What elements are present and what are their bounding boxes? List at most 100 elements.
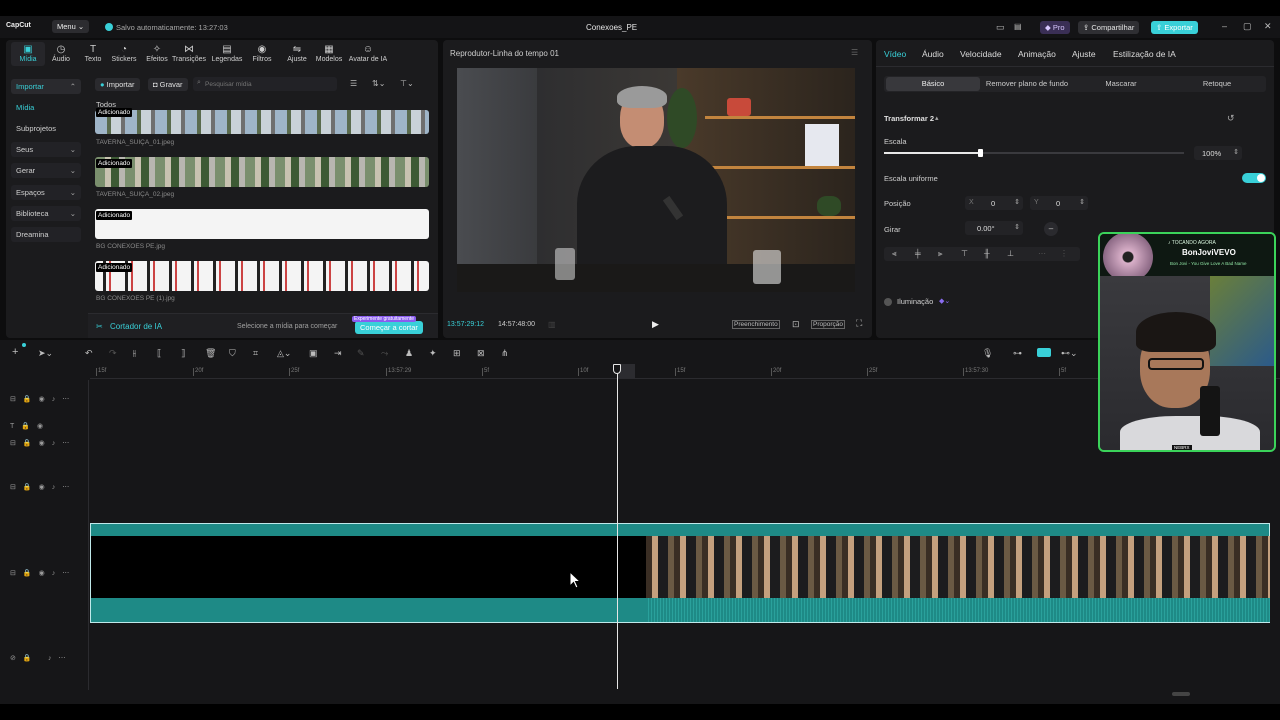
tab-adjust[interactable]: ⇋ Ajuste [280,44,314,63]
tab-media[interactable]: ▣ Mídia [11,42,45,66]
freeze-icon[interactable]: ▣ [309,348,318,359]
track-controls[interactable]: ⊘🔒·♪⋯ [10,654,85,664]
sidebar-item-library[interactable]: Biblioteca ⌄ [11,206,81,221]
tab-audio[interactable]: Áudio [922,49,944,59]
stepper-icon[interactable]: ⇕ [1014,223,1020,231]
minimize-icon[interactable]: – [1222,21,1227,31]
list-view-icon[interactable]: ☰ [350,79,357,88]
share-button[interactable]: ⇪ Compartilhar [1078,21,1140,34]
crop-icon[interactable]: ⊡ [792,319,800,330]
image-tool-icon[interactable]: ⊠ [477,348,485,359]
main-video-clip[interactable] [90,523,1270,623]
lock-icon[interactable]: 🔒 [23,655,39,662]
align-top-icon[interactable]: ⊤ [961,249,968,258]
lock-icon[interactable]: 🔒 [23,440,39,447]
fill-button[interactable]: Preenchimento [732,320,780,329]
magic-icon[interactable]: ✦ [429,348,437,359]
scale-value-field[interactable]: 100% ⇕ [1194,146,1242,160]
eye-icon[interactable]: ◉ [39,440,52,447]
lock-icon[interactable]: 🔒 [23,484,39,491]
track-controls[interactable]: ⊟🔒◉♪⋯ [10,395,85,405]
link-icon[interactable]: ⊶ [1013,348,1022,359]
tab-ai-styling[interactable]: Estilização de IA [1113,49,1176,59]
motion-icon[interactable]: ⤳ [381,348,388,359]
track-controls[interactable]: ⊟🔒◉♪⋯ [10,569,85,579]
media-thumb-bg-conexoes[interactable] [95,209,429,239]
maximize-icon[interactable]: ▢ [1243,21,1252,32]
subtab-retouch[interactable]: Retoque [1172,77,1262,91]
timeline-scrollbar[interactable] [1172,692,1190,696]
lighting-checkbox[interactable] [884,298,892,306]
subtab-remove-bg[interactable]: Remover plano de fundo [982,77,1072,91]
marker-icon[interactable]: ⛉ [229,348,236,359]
sidebar-item-dreamina[interactable]: Dreamina [11,227,81,242]
preview-axis-icon[interactable]: ⊷⌄ [1061,348,1078,359]
media-thumb-bg-conexoes-1[interactable] [95,261,429,291]
pen-icon[interactable]: ✎ [357,348,365,359]
project-title[interactable]: Conexoes_PE [586,23,637,32]
track-controls[interactable]: ⊟🔒◉♪⋯ [10,439,85,449]
distribute-h-icon[interactable]: ⋯ [1038,249,1046,258]
speaker-icon[interactable]: ♪ [52,570,63,577]
track-controls[interactable]: ⊟🔒◉♪⋯ [10,483,85,493]
rotate-field[interactable]: 0.00° ⇕ [965,221,1023,235]
transform-section-title[interactable]: Transformar 2 [884,114,934,123]
menu-button[interactable]: Menu ⌄ [52,20,90,33]
split-left-icon[interactable]: ⟦ [157,348,161,359]
sidebar-item-media[interactable]: Mídia [11,100,81,115]
aspect-ratio-button[interactable]: Proporção [811,320,845,329]
more-icon[interactable]: ⋯ [62,440,76,447]
video-preview[interactable] [457,68,855,292]
fullscreen-icon[interactable]: ⛶ [856,318,862,329]
tab-animation[interactable]: Animação [1018,49,1056,59]
tab-audio[interactable]: ◷ Áudio [44,44,78,63]
tab-captions[interactable]: ▤ Legendas [210,44,244,63]
align-center-v-icon[interactable]: ╫ [984,249,990,258]
stepper-icon[interactable]: ⇕ [1079,198,1085,206]
tab-filters[interactable]: ◉ Filtros [245,44,279,63]
tab-templates[interactable]: ▦ Modelos [312,44,346,63]
select-tool-icon[interactable]: ➤⌄ [38,348,53,359]
split-icon[interactable]: ⫲ [133,348,136,359]
more-icon[interactable]: ⋯ [62,396,76,403]
sidebar-item-import[interactable]: Importar ⌃ [11,79,81,94]
sidebar-item-spaces[interactable]: Espaços ⌄ [11,185,81,200]
pro-button[interactable]: ◆ Pro [1040,21,1070,34]
layout-icon[interactable]: ▭ [996,22,1005,33]
eye-icon[interactable]: ◉ [39,570,52,577]
start-cutting-button[interactable]: Começar a cortar [355,321,423,334]
redo-icon[interactable]: ↷ [109,348,117,359]
extend-icon[interactable]: ⇥ [334,348,342,359]
track-controls[interactable]: T🔒◉ [10,422,85,432]
eye-icon[interactable]: ◉ [37,423,50,430]
search-input[interactable] [205,78,333,90]
stepper-icon[interactable]: ⇕ [1233,148,1239,156]
sort-icon[interactable]: ⇅⌄ [372,79,385,88]
captions-tool-icon[interactable]: ⊞ [453,348,461,359]
microphone-icon[interactable]: 🎙 [982,348,993,359]
uniform-scale-toggle[interactable] [1242,173,1266,183]
caret-up-icon[interactable]: ▴ [935,114,939,122]
split-right-icon[interactable]: ⟧ [181,348,185,359]
media-thumb-taverna-01[interactable] [95,110,429,134]
media-thumb-taverna-02[interactable] [95,157,429,187]
eye-icon[interactable]: ◉ [39,396,52,403]
speaker-icon[interactable]: ♪ [52,440,63,447]
subtab-basic[interactable]: Básico [886,77,980,91]
tab-video[interactable]: Vídeo [884,49,906,59]
align-center-h-icon[interactable]: ╪ [915,249,921,258]
speaker-icon[interactable]: ♪ [52,396,63,403]
tab-adjust[interactable]: Ajuste [1072,49,1096,59]
playhead[interactable] [617,365,618,689]
import-button[interactable]: ● Importar [95,78,140,91]
lock-icon[interactable]: 🔒 [21,423,37,430]
distribute-v-icon[interactable]: ⋮ [1060,249,1068,258]
tab-transitions[interactable]: ⋈ Transições [172,44,206,63]
align-bottom-icon[interactable]: ⊥ [1007,249,1014,258]
add-track-icon[interactable]: + [12,346,18,358]
sidebar-item-subprojects[interactable]: Subprojetos [11,121,81,136]
player-menu-icon[interactable]: ☰ [851,48,858,57]
play-icon[interactable]: ▶ [652,319,659,330]
more-icon[interactable]: ⋯ [62,570,76,577]
magnet-toggle-icon[interactable] [1037,348,1051,357]
